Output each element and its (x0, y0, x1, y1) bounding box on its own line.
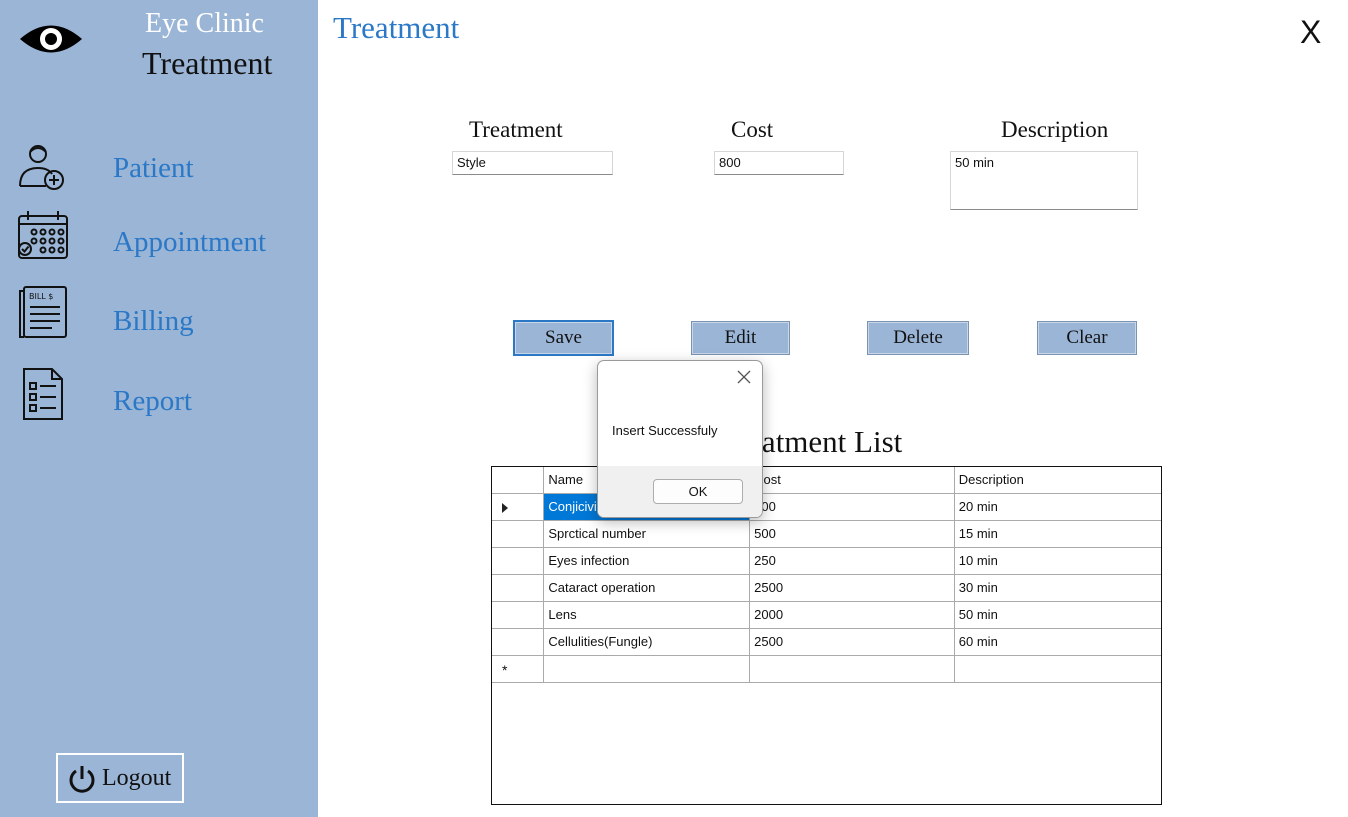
logout-button[interactable]: Logout (56, 753, 184, 803)
description-label: Description (1001, 117, 1109, 142)
cell-name[interactable]: Lens (543, 600, 751, 629)
cell-name[interactable]: Sprctical number (543, 519, 751, 548)
treatment-grid[interactable]: Name Cost Description Conjicivitis 700 2… (491, 466, 1162, 805)
row-header[interactable] (492, 492, 545, 521)
eye-icon (20, 25, 82, 53)
delete-button[interactable]: Delete (867, 321, 969, 355)
nav-label-billing: Billing (113, 305, 194, 337)
cell-cost[interactable]: 2000 (749, 600, 955, 629)
new-row[interactable]: * (492, 654, 1161, 683)
nav-item-report[interactable]: Report (0, 365, 318, 421)
row-header-corner (492, 467, 545, 494)
nav-item-billing[interactable]: BILL $ Billing (0, 285, 318, 341)
table-row[interactable]: Eyes infection 250 10 min (492, 546, 1161, 575)
cell-description[interactable] (953, 654, 1161, 683)
brand-subtitle: Treatment (142, 45, 273, 81)
row-header[interactable] (492, 546, 545, 575)
new-row-marker: * (502, 661, 508, 678)
cell-description[interactable]: 10 min (953, 546, 1161, 575)
treatment-table: Name Cost Description Conjicivitis 700 2… (492, 467, 1161, 683)
cell-cost[interactable]: 2500 (749, 627, 955, 656)
dialog-message: Insert Successfuly (612, 423, 718, 438)
power-icon (69, 766, 95, 793)
column-header-cost[interactable]: Cost (749, 467, 955, 494)
patient-add-icon (19, 145, 64, 190)
current-row-arrow-icon (502, 502, 508, 513)
cost-label: Cost (731, 117, 774, 142)
cell-name[interactable]: Cellulities(Fungle) (543, 627, 751, 656)
column-header-description[interactable]: Description (953, 467, 1161, 494)
bill-icon: BILL $ (19, 286, 67, 338)
logout-label: Logout (102, 765, 172, 791)
row-header[interactable] (492, 573, 545, 602)
save-button[interactable]: Save (513, 320, 614, 356)
cell-cost[interactable]: 2500 (749, 573, 955, 602)
dialog-footer: OK (598, 466, 762, 517)
cell-name[interactable] (543, 654, 751, 683)
nav-label-report: Report (113, 385, 192, 417)
table-row[interactable]: Cellulities(Fungle) 2500 60 min (492, 627, 1161, 656)
nav-item-patient[interactable]: Patient (0, 140, 318, 196)
row-header[interactable] (492, 600, 545, 629)
cell-name[interactable]: Eyes infection (543, 546, 751, 575)
svg-text:BILL $: BILL $ (29, 292, 53, 301)
cell-description[interactable]: 60 min (953, 627, 1161, 656)
cell-cost[interactable]: 500 (749, 519, 955, 548)
cell-name[interactable]: Cataract operation (543, 573, 751, 602)
cell-description[interactable]: 30 min (953, 573, 1161, 602)
cell-cost[interactable] (749, 654, 955, 683)
cell-cost[interactable]: 700 (749, 492, 955, 521)
cell-description[interactable]: 15 min (953, 519, 1161, 548)
nav-label-appointment: Appointment (113, 226, 267, 258)
treatment-label: Treatment (469, 117, 563, 142)
cell-description[interactable]: 50 min (953, 600, 1161, 629)
close-icon[interactable] (732, 365, 756, 389)
cell-cost[interactable]: 250 (749, 546, 955, 575)
report-icon (23, 368, 63, 420)
treatment-input[interactable]: Style (452, 151, 613, 175)
calendar-icon (18, 211, 68, 259)
ok-button[interactable]: OK (653, 479, 743, 504)
table-row[interactable]: Cataract operation 2500 30 min (492, 573, 1161, 602)
nav-item-appointment[interactable]: Appointment (0, 208, 318, 264)
row-header[interactable] (492, 519, 545, 548)
close-button[interactable]: X (1300, 14, 1321, 51)
clear-button[interactable]: Clear (1037, 321, 1137, 355)
nav-label-patient: Patient (113, 152, 194, 184)
brand-title: Eye Clinic (145, 8, 264, 39)
cost-input[interactable]: 800 (714, 151, 844, 175)
row-header[interactable]: * (492, 654, 545, 683)
page-title: Treatment (333, 10, 460, 45)
table-header-row: Name Cost Description (492, 467, 1161, 494)
table-row[interactable]: Conjicivitis 700 20 min (492, 492, 1161, 521)
cell-description[interactable]: 20 min (953, 492, 1161, 521)
table-row[interactable]: Lens 2000 50 min (492, 600, 1161, 629)
message-dialog: Insert Successfuly OK (597, 360, 763, 518)
sidebar: Eye Clinic Treatment Patient Appointment (0, 0, 318, 817)
edit-button[interactable]: Edit (691, 321, 790, 355)
description-input[interactable]: 50 min (950, 151, 1138, 210)
table-row[interactable]: Sprctical number 500 15 min (492, 519, 1161, 548)
row-header[interactable] (492, 627, 545, 656)
